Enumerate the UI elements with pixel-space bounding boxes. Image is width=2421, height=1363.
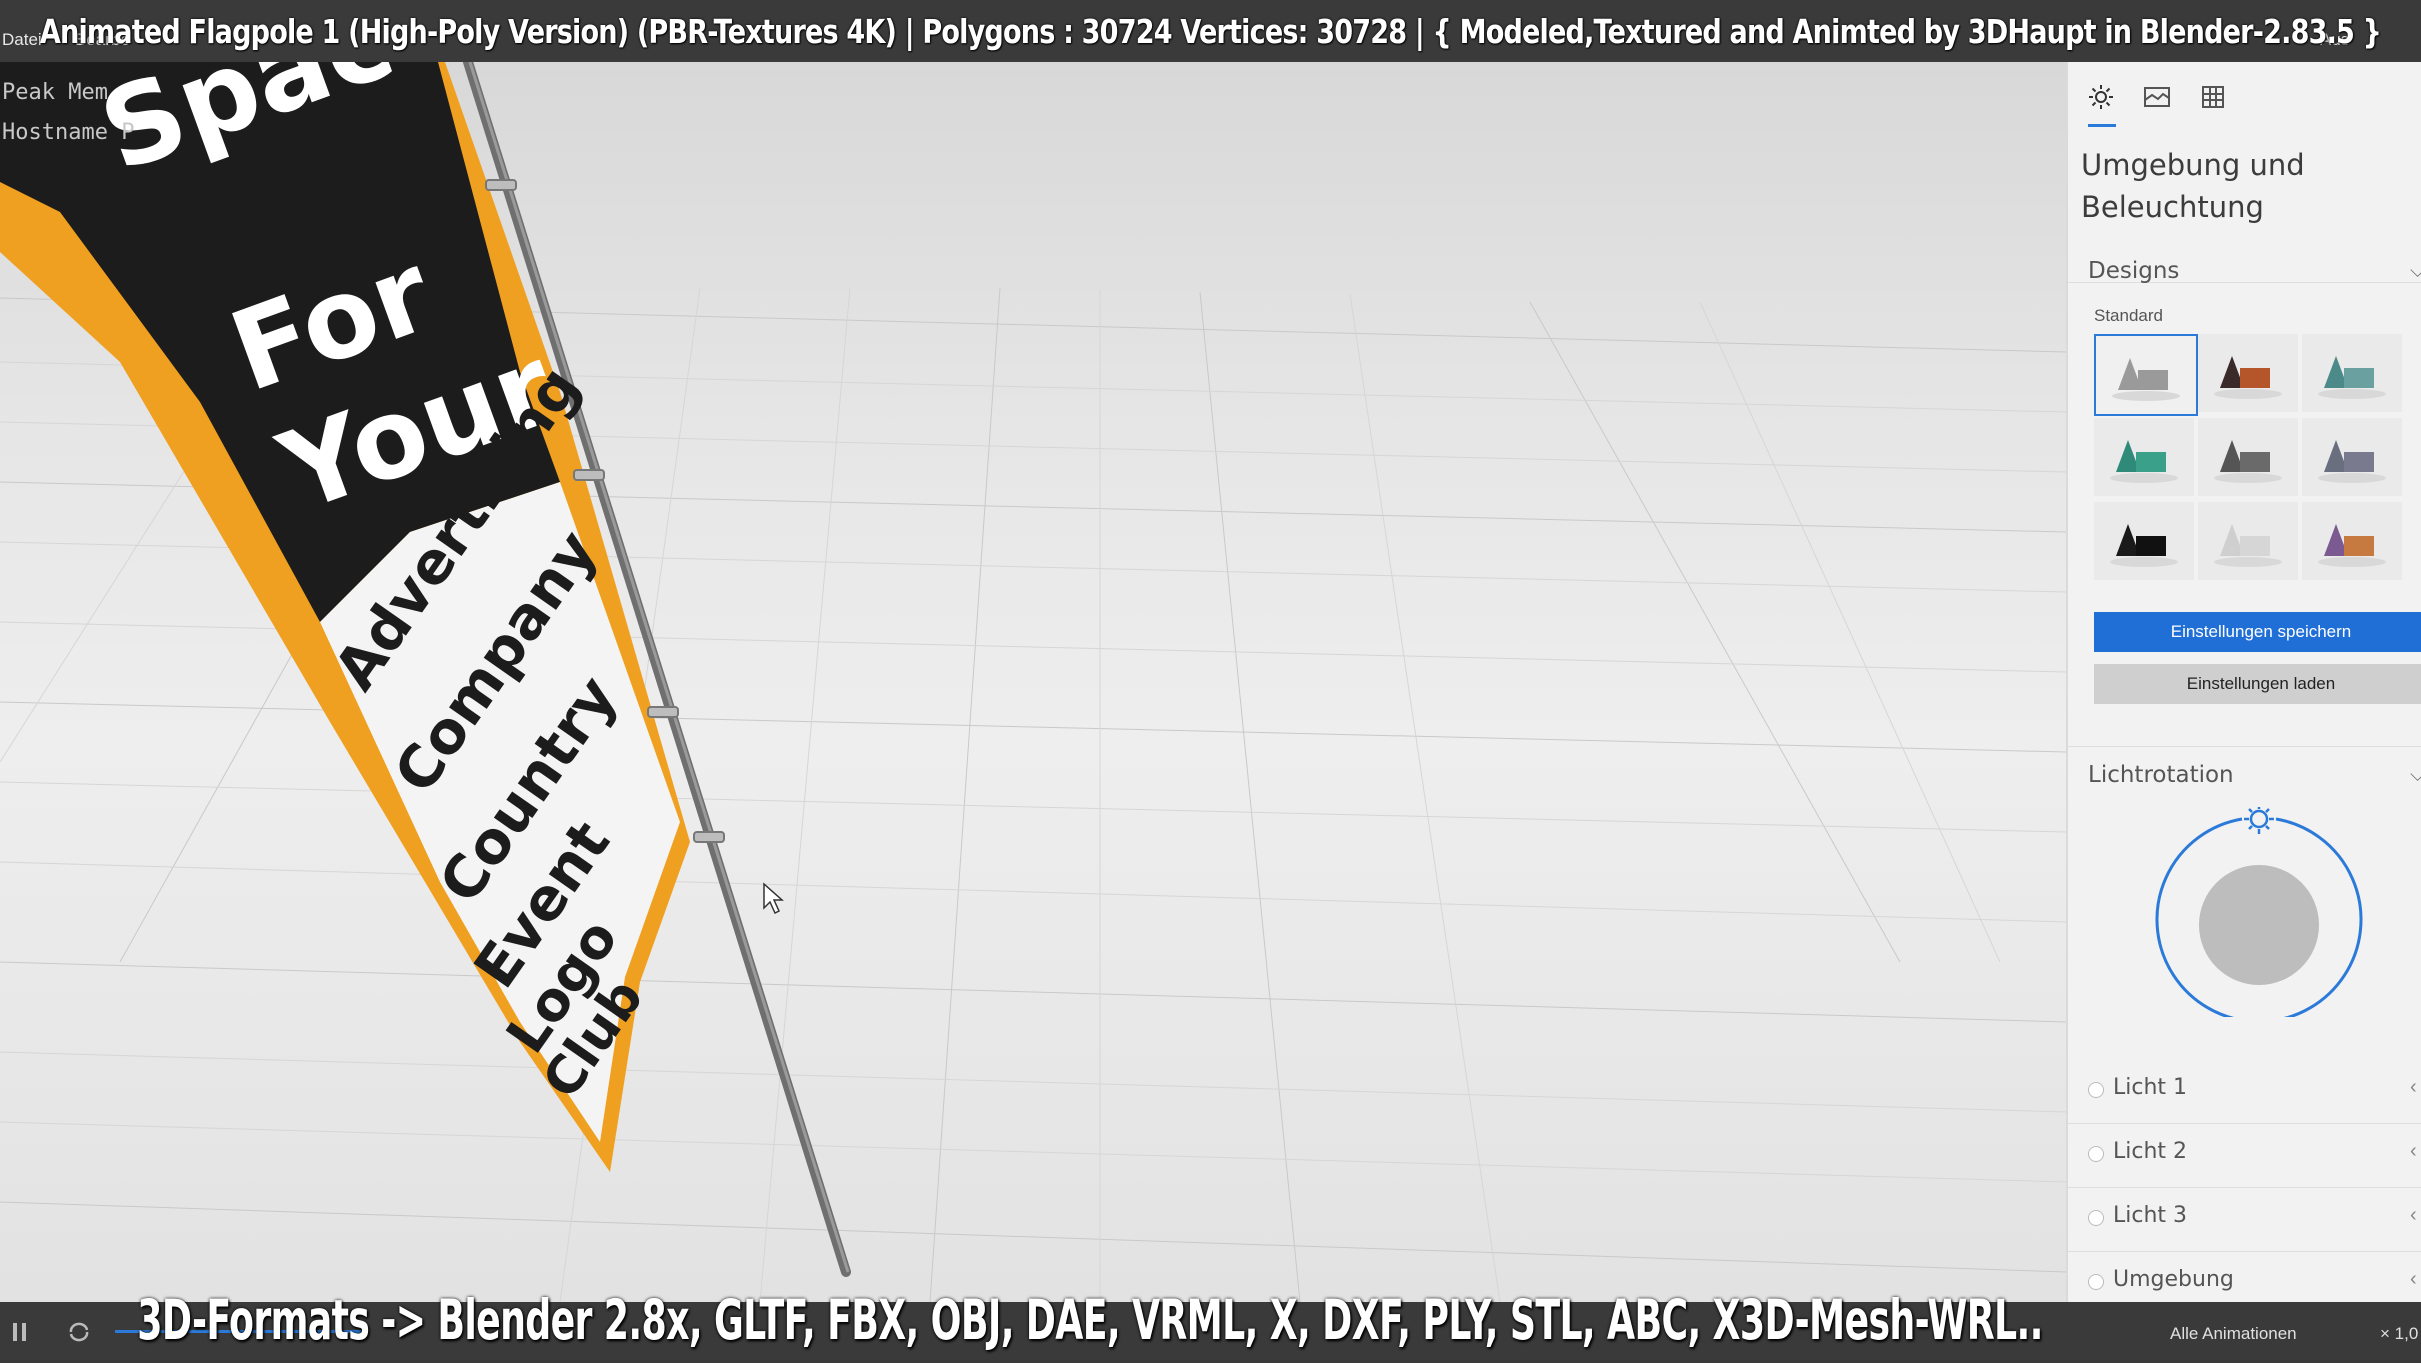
panel-title: Umgebung und Beleuchtung	[2081, 148, 2305, 224]
light-row-2[interactable]: Licht 2 ‹	[2068, 1122, 2421, 1186]
design-swatch[interactable]	[2302, 502, 2402, 580]
design-swatch[interactable]	[2198, 502, 2298, 580]
light-rotation-section-header[interactable]: Lichtrotation	[2088, 762, 2234, 788]
3d-viewport[interactable]: Space For Your Advertising Company Count…	[0, 62, 2066, 1302]
design-swatch[interactable]	[2094, 334, 2198, 416]
design-swatch[interactable]	[2094, 418, 2194, 496]
save-settings-button[interactable]: Einstellungen speichern	[2094, 612, 2421, 652]
sun-icon[interactable]	[2244, 807, 2274, 834]
sun-icon[interactable]	[2086, 82, 2116, 112]
formats-caption: 3D-Formats -> Blender 2.8x, GLTF, FBX, O…	[0, 1280, 2421, 1360]
load-settings-button[interactable]: Einstellungen laden	[2094, 664, 2421, 704]
design-swatch[interactable]	[2302, 334, 2402, 412]
active-tab-indicator	[2088, 124, 2116, 127]
menu-file[interactable]: Datei	[2, 30, 42, 50]
radio-button[interactable]	[2088, 1082, 2104, 1098]
standard-label: Standard	[2094, 306, 2163, 325]
scene-canvas: Space For Your Advertising Company Count…	[0, 62, 2066, 1302]
light-label: Licht 2	[2113, 1139, 2188, 1164]
debug-line: Hostname P	[2, 120, 135, 145]
design-swatch[interactable]	[2094, 502, 2194, 580]
design-swatch[interactable]	[2198, 334, 2298, 412]
debug-line: Peak Mem	[2, 80, 108, 105]
chevron-down-icon[interactable]: ⌵	[2410, 764, 2421, 787]
chevron-left-icon[interactable]: ‹	[2410, 1204, 2417, 1227]
light-row-1[interactable]: Licht 1 ‹	[2068, 1058, 2421, 1122]
title-caption: Animated Flagpole 1 (High-Poly Version) …	[39, 11, 2382, 51]
designs-section-header[interactable]: Designs	[2088, 258, 2179, 284]
radio-button[interactable]	[2088, 1146, 2104, 1162]
radio-button[interactable]	[2088, 1210, 2104, 1226]
environment-panel: Umgebung und Beleuchtung Designs ⌵ Stand…	[2066, 62, 2421, 1302]
design-swatch[interactable]	[2302, 418, 2402, 496]
divider	[2068, 746, 2421, 747]
chevron-left-icon[interactable]: ‹	[2410, 1076, 2417, 1099]
environment-icon[interactable]	[2142, 82, 2172, 112]
formats-caption-text: 3D-Formats -> Blender 2.8x, GLTF, FBX, O…	[137, 1288, 2043, 1352]
light-rotation-dial[interactable]	[2154, 807, 2364, 1017]
chevron-down-icon[interactable]: ⌵	[2410, 260, 2421, 283]
light-row-3[interactable]: Licht 3 ‹	[2068, 1186, 2421, 1250]
chevron-left-icon[interactable]: ‹	[2410, 1140, 2417, 1163]
light-label: Licht 3	[2113, 1203, 2188, 1228]
mouse-cursor-icon	[763, 882, 784, 915]
design-swatch[interactable]	[2198, 418, 2298, 496]
grid-icon[interactable]	[2198, 82, 2228, 112]
light-label: Licht 1	[2113, 1075, 2188, 1100]
